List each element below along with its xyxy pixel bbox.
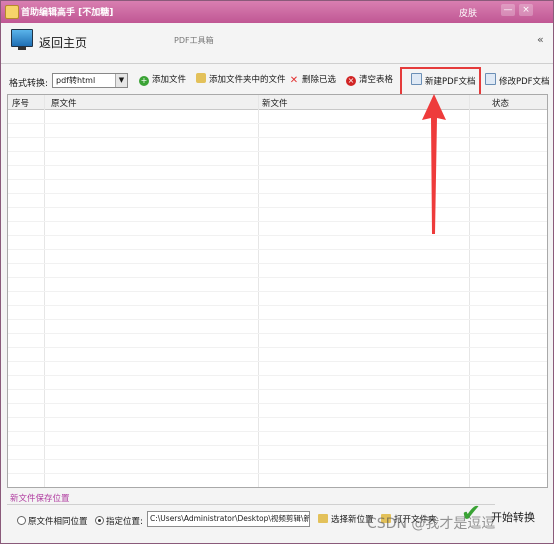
row-gridline <box>8 375 547 376</box>
row-gridline <box>8 235 547 236</box>
row-gridline <box>8 473 547 474</box>
row-gridline <box>8 347 547 348</box>
row-gridline <box>8 361 547 362</box>
radio-selected-icon <box>95 516 104 525</box>
app-window: 首助编辑高手 [不加糖] 皮肤 — × 返回主页 PDF工具箱 « 格式转换: … <box>0 0 554 544</box>
column-header-source[interactable]: 原文件 <box>51 97 77 109</box>
watermark: CSDN @我才是逗逗 <box>367 516 496 532</box>
collapse-icon[interactable]: « <box>537 33 544 46</box>
chevron-down-icon[interactable]: ▼ <box>115 74 127 87</box>
choose-location-button[interactable]: 选择新位置 <box>318 513 374 525</box>
same-location-label: 原文件相同位置 <box>28 517 88 527</box>
app-logo-icon <box>5 5 19 19</box>
row-gridline <box>8 137 547 138</box>
clear-icon: × <box>346 76 356 86</box>
row-gridline <box>8 123 547 124</box>
column-header-target[interactable]: 新文件 <box>262 97 288 109</box>
monitor-icon[interactable] <box>11 29 33 50</box>
row-gridline <box>8 291 547 292</box>
plus-icon: + <box>139 76 149 86</box>
specified-location-label: 指定位置: <box>106 517 143 527</box>
delete-selected-button[interactable]: ✕ 删除已选 <box>289 73 336 87</box>
file-table[interactable]: 序号 原文件 新文件 状态 <box>7 94 548 488</box>
title-bar: 首助编辑高手 [不加糖] 皮肤 — × <box>1 1 553 23</box>
specified-location-radio[interactable]: 指定位置: <box>95 515 143 527</box>
red-arrow-annotation <box>422 94 446 234</box>
add-folder-label: 添加文件夹中的文件 <box>209 75 286 85</box>
radio-icon <box>17 516 26 525</box>
row-gridline <box>8 417 547 418</box>
table-header: 序号 原文件 新文件 状态 <box>8 95 547 110</box>
row-gridline <box>8 305 547 306</box>
close-button[interactable]: × <box>519 4 533 16</box>
skin-button[interactable]: 皮肤 <box>459 6 477 19</box>
add-folder-button[interactable]: 添加文件夹中的文件 <box>196 73 286 87</box>
window-title: 首助编辑高手 [不加糖] <box>21 8 114 18</box>
row-gridline <box>8 263 547 264</box>
row-gridline <box>8 445 547 446</box>
row-gridline <box>8 249 547 250</box>
clear-table-label: 清空表格 <box>359 75 394 85</box>
page-header: 返回主页 PDF工具箱 « <box>1 23 553 64</box>
row-gridline <box>8 221 547 222</box>
add-file-button[interactable]: + 添加文件 <box>139 73 186 87</box>
row-gridline <box>8 403 547 404</box>
save-section-title: 新文件保存位置 <box>10 494 70 504</box>
clear-table-button[interactable]: × 清空表格 <box>346 73 393 87</box>
save-path-input[interactable]: C:\Users\Administrator\Desktop\视频剪辑\新 <box>147 511 310 527</box>
folder-icon <box>318 514 328 523</box>
row-gridline <box>8 459 547 460</box>
row-gridline <box>8 151 547 152</box>
toolbox-title: PDF工具箱 <box>174 36 214 45</box>
row-gridline <box>8 165 547 166</box>
row-gridline <box>8 333 547 334</box>
minimize-button[interactable]: — <box>501 4 515 16</box>
row-gridline <box>8 193 547 194</box>
delete-selected-label: 删除已选 <box>302 75 337 85</box>
row-gridline <box>8 179 547 180</box>
row-gridline <box>8 389 547 390</box>
back-home-link[interactable]: 返回主页 <box>39 34 87 51</box>
edit-document-icon <box>485 73 496 85</box>
edit-pdf-label: 修改PDF文档 <box>499 77 550 87</box>
format-select-value: pdf转html <box>56 76 96 85</box>
edit-pdf-button[interactable]: 修改PDF文档 <box>485 73 550 87</box>
same-location-radio[interactable]: 原文件相同位置 <box>17 515 88 527</box>
row-gridline <box>8 319 547 320</box>
highlight-box <box>400 67 481 96</box>
row-gridline <box>8 431 547 432</box>
format-label: 格式转换: <box>9 79 49 89</box>
add-file-label: 添加文件 <box>152 75 187 85</box>
divider <box>7 504 495 505</box>
delete-x-icon: ✕ <box>289 75 299 86</box>
row-gridline <box>8 277 547 278</box>
column-header-status[interactable]: 状态 <box>492 97 509 109</box>
column-header-index[interactable]: 序号 <box>12 97 29 109</box>
row-gridline <box>8 207 547 208</box>
folder-icon <box>196 73 206 83</box>
start-convert-label: 开始转换 <box>491 511 535 524</box>
format-select[interactable]: pdf转html ▼ <box>52 73 128 88</box>
save-path-value: C:\Users\Administrator\Desktop\视频剪辑\新 <box>150 514 310 523</box>
